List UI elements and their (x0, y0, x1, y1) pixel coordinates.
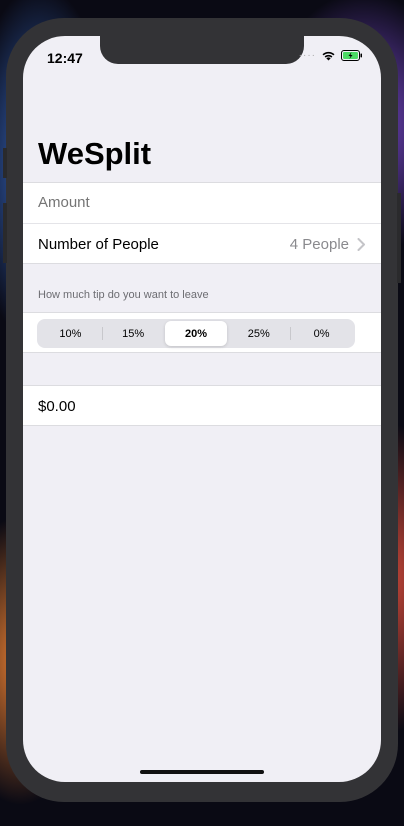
amount-input[interactable] (38, 194, 358, 211)
total-row: $0.00 (23, 385, 381, 426)
tip-option-label: 15% (122, 327, 145, 340)
status-time: 12:47 (47, 50, 83, 66)
tip-row: 10% 15% 20% 25% 0% (23, 312, 381, 353)
tip-option-25-percent[interactable]: 25% (227, 321, 290, 346)
people-label: Number of People (38, 236, 159, 253)
status-icons: ···· (299, 50, 363, 61)
phone-frame: 12:47 ···· WeSplit Number of People 4 Pe… (3, 18, 401, 802)
signal-icon: ···· (298, 50, 316, 61)
people-value: 4 People (289, 236, 349, 253)
home-indicator[interactable] (140, 770, 264, 774)
notch (100, 36, 304, 64)
tip-option-0-percent[interactable]: 0% (290, 321, 353, 346)
mute-switch (3, 148, 7, 178)
tip-option-label: 20% (184, 327, 207, 340)
volume-up-button (3, 203, 7, 263)
tip-segmented-control: 10% 15% 20% 25% 0% (37, 319, 355, 348)
tip-option-label: 10% (59, 327, 82, 340)
chevron-right-icon (357, 238, 365, 251)
tip-section-header: How much tip do you want to leave (38, 289, 209, 301)
page-title: WeSplit (38, 136, 152, 171)
tip-option-15-percent[interactable]: 15% (101, 321, 165, 346)
battery-charging-icon (341, 50, 362, 61)
segment-divider (101, 327, 103, 340)
tip-option-10-percent[interactable]: 10% (39, 321, 102, 346)
amount-row (23, 182, 381, 223)
number-of-people-picker[interactable]: Number of People 4 People (23, 223, 381, 264)
tip-option-20-percent[interactable]: 20% (164, 321, 228, 346)
app-screen: 12:47 ···· WeSplit Number of People 4 Pe… (23, 36, 381, 782)
tip-option-label: 25% (247, 327, 270, 340)
power-button (397, 193, 401, 283)
tip-option-label: 0% (313, 327, 330, 340)
wifi-icon (322, 51, 335, 61)
segment-divider (290, 327, 292, 340)
total-per-person-value: $0.00 (38, 398, 76, 415)
